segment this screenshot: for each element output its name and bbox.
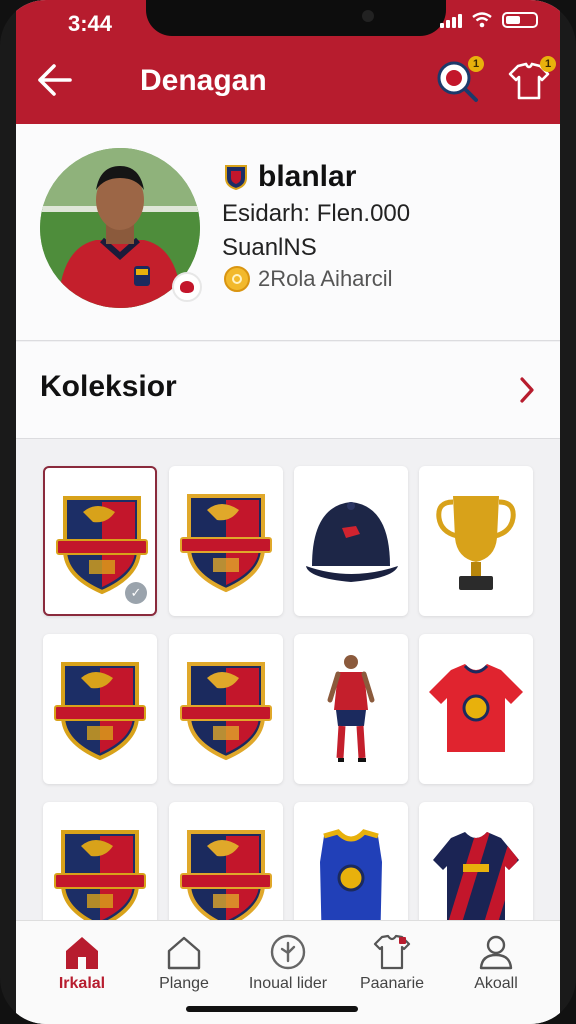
home-indicator bbox=[186, 1006, 358, 1012]
trophy bbox=[436, 496, 516, 590]
notification-badge: 1 bbox=[540, 56, 556, 72]
shirt-icon bbox=[373, 934, 411, 970]
app-header: 3:44 Denagan 1 1 bbox=[16, 0, 560, 124]
collection-item[interactable] bbox=[419, 634, 533, 784]
nav-label: Irkalal bbox=[58, 975, 106, 992]
jersey bbox=[429, 664, 523, 752]
screen: 3:44 Denagan 1 1 blanlar Esidarh: Flen.0… bbox=[16, 0, 560, 1024]
collection-header[interactable]: Koleksior bbox=[16, 342, 560, 439]
nav-item-paanarie[interactable]: Paanarie bbox=[338, 933, 446, 1013]
nav-item-home[interactable]: Irkalal bbox=[28, 933, 136, 1013]
club-crest-icon bbox=[225, 165, 247, 190]
user-icon bbox=[479, 935, 513, 970]
search-badge-button[interactable]: 1 bbox=[434, 56, 484, 104]
selected-check-icon: ✓ bbox=[125, 582, 147, 604]
collection-item[interactable] bbox=[294, 466, 408, 616]
player-figure bbox=[327, 655, 375, 762]
back-arrow-icon[interactable] bbox=[34, 62, 74, 98]
crest-badge bbox=[180, 494, 272, 593]
nav-item-leader[interactable]: Inoual lider bbox=[234, 933, 342, 1013]
battery-icon bbox=[502, 12, 538, 28]
collection-item[interactable] bbox=[43, 634, 157, 784]
nav-item-plange[interactable]: Plange bbox=[130, 933, 238, 1013]
avatar-edit-badge[interactable] bbox=[172, 272, 202, 302]
notification-badge: 1 bbox=[468, 56, 484, 72]
profile-card: blanlar Esidarh: Flen.000 SuanlNS 2Rola … bbox=[16, 124, 560, 341]
profile-name: blanlar bbox=[258, 160, 357, 193]
collection-item[interactable] bbox=[169, 634, 283, 784]
page-title: Denagan bbox=[140, 64, 267, 97]
coin-label: 2Rola Aiharcil bbox=[258, 266, 393, 291]
profile-detail-2: SuanlNS bbox=[222, 234, 317, 261]
nav-label: Inoual lider bbox=[248, 975, 328, 992]
nav-label: Paanarie bbox=[359, 975, 425, 992]
profile-detail-1: Esidarh: Flen.000 bbox=[222, 200, 411, 227]
signal-icon bbox=[440, 12, 462, 28]
collection-item[interactable] bbox=[169, 466, 283, 616]
compass-icon bbox=[270, 934, 306, 970]
crest-badge bbox=[54, 662, 146, 761]
collection-title: Koleksior bbox=[40, 370, 177, 403]
profile-name-row: blanlar bbox=[224, 160, 356, 194]
coin-balance: 2Rola Aiharcil bbox=[224, 266, 393, 292]
coin-icon bbox=[224, 266, 250, 292]
home-outline-icon bbox=[167, 936, 201, 970]
crest-badge bbox=[180, 662, 272, 761]
status-time: 3:44 bbox=[68, 11, 113, 36]
cap bbox=[306, 502, 398, 582]
shirt-badge-button[interactable]: 1 bbox=[506, 56, 556, 104]
notch bbox=[146, 0, 446, 36]
collection-item[interactable]: ✓ bbox=[43, 466, 157, 616]
status-icons bbox=[440, 12, 538, 28]
nav-label: Plange bbox=[159, 975, 209, 992]
nav-label: Akoall bbox=[474, 975, 518, 992]
home-icon bbox=[66, 937, 98, 969]
chevron-right-icon[interactable] bbox=[518, 376, 536, 404]
collection-item[interactable] bbox=[419, 466, 533, 616]
nav-item-account[interactable]: Akoall bbox=[442, 933, 550, 1013]
phone-frame: 3:44 Denagan 1 1 blanlar Esidarh: Flen.0… bbox=[0, 0, 576, 1024]
collection-item[interactable] bbox=[294, 634, 408, 784]
wifi-icon bbox=[472, 12, 492, 28]
